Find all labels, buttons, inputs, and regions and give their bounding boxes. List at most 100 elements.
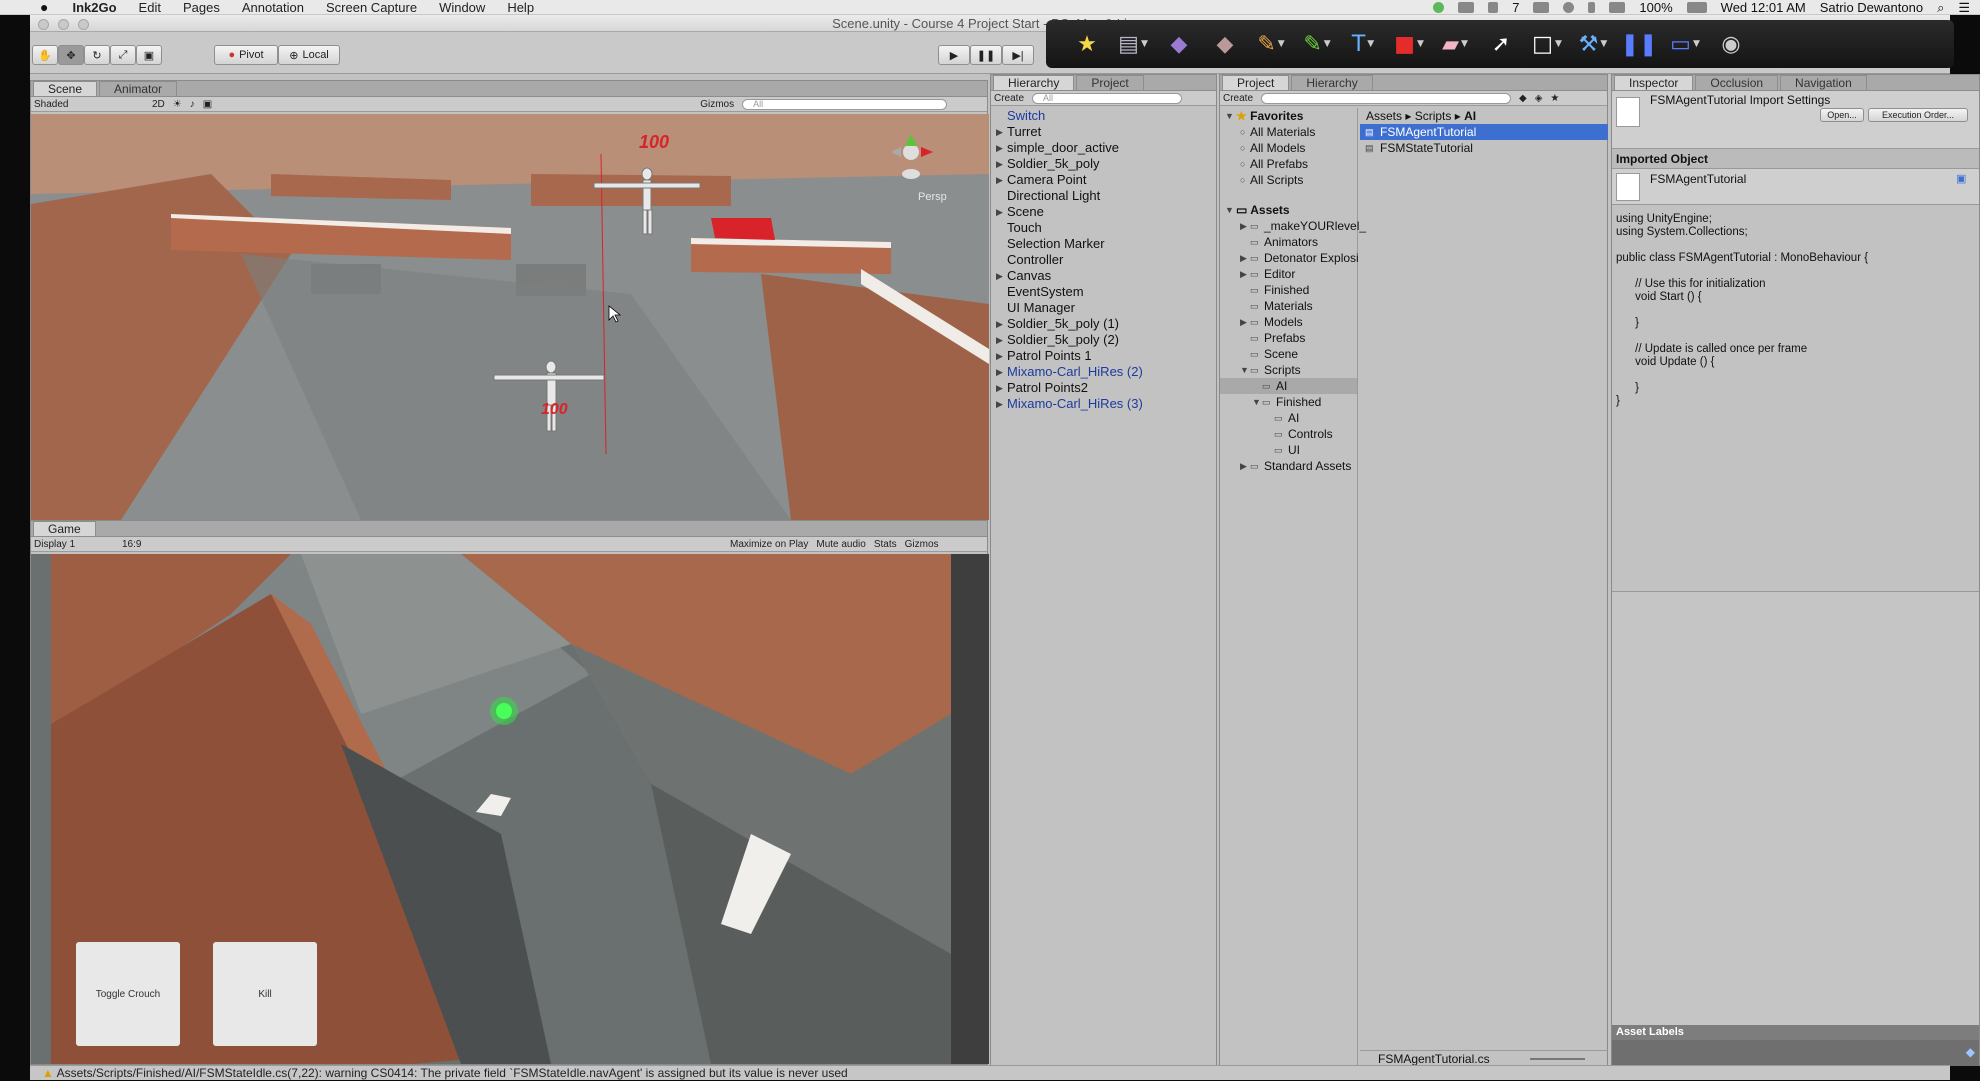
shading-dropdown[interactable]: Shaded (34, 99, 144, 110)
hierarchy-item[interactable]: ▶ Soldier_5k_poly (1) (991, 316, 1216, 332)
hierarchy-item[interactable]: ▶ Patrol Points2 (991, 380, 1216, 396)
folder-item[interactable]: ▶ ▭ Standard Assets (1220, 458, 1357, 474)
game-viewport[interactable]: Toggle Crouch Kill (31, 554, 989, 1064)
user-name[interactable]: Satrio Dewantono (1820, 0, 1923, 15)
tab-occlusion[interactable]: Occlusion (1695, 75, 1779, 90)
status-icon[interactable] (1433, 2, 1445, 13)
aspect-dropdown[interactable]: 16:9 (122, 539, 272, 550)
move-tool-button[interactable]: ✥ (58, 45, 84, 65)
stats-toggle[interactable]: Stats (874, 539, 897, 550)
folder-item[interactable]: ▭ Scene (1220, 346, 1357, 362)
help-icon[interactable]: ▣ (1956, 172, 1966, 185)
project-create-dropdown[interactable]: Create (1223, 93, 1253, 104)
hierarchy-create-dropdown[interactable]: Create (994, 93, 1024, 104)
scale-tool-button[interactable]: ⤢ (110, 45, 136, 65)
scene-gizmos-dropdown[interactable]: Gizmos (700, 99, 734, 110)
folder-item[interactable]: ▭ Materials (1220, 298, 1357, 314)
hierarchy-item[interactable]: Switch (991, 108, 1216, 124)
ink-highlighter-icon[interactable]: ✎ ▼ (1294, 27, 1340, 61)
hierarchy-item[interactable]: ▶ Scene (991, 204, 1216, 220)
expand-arrow-icon[interactable]: ▶ (996, 172, 1003, 188)
expand-arrow-icon[interactable]: ▶ (996, 396, 1003, 412)
folder-item[interactable]: ▭ Animators (1220, 234, 1357, 250)
hierarchy-item[interactable]: ▶ Canvas (991, 268, 1216, 284)
favorite-star-icon[interactable]: ★ (1550, 93, 1559, 104)
hierarchy-item[interactable]: Controller (991, 252, 1216, 268)
execution-order-button[interactable]: Execution Order... (1868, 108, 1968, 122)
play-button[interactable]: ▶ (938, 45, 970, 65)
tab-inspector[interactable]: Inspector (1614, 75, 1694, 90)
ink-screen-icon[interactable]: ▭ ▼ (1662, 27, 1708, 61)
menu-help[interactable]: Help (507, 0, 534, 15)
project-search-input[interactable] (1261, 92, 1512, 104)
hierarchy-item[interactable]: ▶ Soldier_5k_poly (991, 156, 1216, 172)
game-gizmos-dropdown[interactable]: Gizmos (905, 539, 939, 550)
scene-viewport[interactable]: 100 100 Persp (31, 114, 989, 520)
ink-pause-icon[interactable]: ❚❚ (1616, 27, 1662, 61)
display-icon[interactable] (1533, 2, 1550, 13)
pause-button[interactable]: ❚❚ (970, 45, 1002, 65)
hierarchy-search-input[interactable]: All (1032, 92, 1183, 104)
expand-arrow-icon[interactable]: ▶ (996, 348, 1003, 364)
ink-shape-icon[interactable]: ◆ (1156, 27, 1202, 61)
favorite-item[interactable]: ○ All Prefabs (1220, 156, 1357, 172)
expand-arrow-icon[interactable]: ▶ (996, 140, 1003, 156)
notification-center-icon[interactable]: ☰ (1958, 0, 1970, 16)
file-item[interactable]: ▤ FSMStateTutorial (1360, 140, 1608, 156)
breadcrumb-scripts[interactable]: Scripts (1415, 109, 1452, 123)
hierarchy-item[interactable]: UI Manager (991, 300, 1216, 316)
ink-star-icon[interactable]: ★ (1064, 27, 1110, 61)
local-toggle[interactable]: ⊕ Local (278, 45, 340, 65)
hierarchy-item[interactable]: ▶ simple_door_active (991, 140, 1216, 156)
bluetooth-icon[interactable] (1588, 2, 1596, 13)
rect-tool-button[interactable]: ▣ (136, 45, 162, 65)
scene-search-input[interactable]: All (742, 98, 948, 110)
kill-button[interactable]: Kill (213, 942, 317, 1046)
apple-icon[interactable]: ● (40, 0, 48, 15)
folder-item[interactable]: ▼ ▭ Scripts (1220, 362, 1357, 378)
ink-pointer-icon[interactable]: ➚ (1478, 27, 1524, 61)
hand-tool-button[interactable]: ✋ (32, 45, 58, 65)
zoom-window-button[interactable] (78, 19, 89, 30)
tab-hierarchy-right[interactable]: Hierarchy (1291, 75, 1373, 90)
hierarchy-item[interactable]: ▶ Turret (991, 124, 1216, 140)
time-machine-icon[interactable] (1563, 2, 1575, 13)
folder-item[interactable]: ▶ ▭ Editor (1220, 266, 1357, 282)
tab-animator[interactable]: Animator (99, 81, 178, 96)
hierarchy-item[interactable]: ▶ Mixamo-Carl_HiRes (3) (991, 396, 1216, 412)
folder-item[interactable]: ▶ ▭ Detonator Explosi (1220, 250, 1359, 266)
ink-whiteboard-icon[interactable]: □ ▼ (1524, 27, 1570, 61)
hierarchy-item[interactable]: ▶ Camera Point (991, 172, 1216, 188)
ink-save-icon[interactable]: ▤ ▼ (1110, 27, 1156, 61)
folder-item[interactable]: ▶ ▭ _makeYOURlevel_ (1220, 218, 1366, 234)
expand-arrow-icon[interactable]: ▶ (996, 124, 1003, 140)
tab-project-left[interactable]: Project (1076, 75, 1144, 90)
ink-eraser-icon[interactable]: ▰ ▼ (1432, 27, 1478, 61)
tab-project[interactable]: Project (1222, 75, 1290, 90)
folder-item[interactable]: ▶ ▭ Models (1220, 314, 1357, 330)
folder-item[interactable]: ▭ Finished (1220, 282, 1357, 298)
clock[interactable]: Wed 12:01 AM (1721, 0, 1806, 15)
open-button[interactable]: Open... (1820, 108, 1864, 122)
tag-icon[interactable]: ◆ (1966, 1045, 1975, 1059)
assets-header[interactable]: ▼ ▭ Assets (1220, 202, 1357, 218)
expand-arrow-icon[interactable]: ▶ (996, 204, 1003, 220)
rotate-tool-button[interactable]: ↻ (84, 45, 110, 65)
toggle-crouch-button[interactable]: Toggle Crouch (76, 942, 180, 1046)
ink-hammer-icon[interactable]: ⚒ ▼ (1570, 27, 1616, 61)
expand-arrow-icon[interactable]: ▼ (1240, 362, 1249, 378)
hierarchy-item[interactable]: EventSystem (991, 284, 1216, 300)
expand-arrow-icon[interactable]: ▶ (1240, 458, 1247, 474)
menu-pages[interactable]: Pages (183, 0, 220, 15)
breadcrumb-assets[interactable]: Assets (1366, 109, 1402, 123)
expand-arrow-icon[interactable]: ▶ (996, 316, 1003, 332)
audio-icon[interactable]: ♪ (190, 99, 195, 110)
file-item[interactable]: ▤ FSMAgentTutorial (1360, 124, 1608, 140)
expand-arrow-icon[interactable]: ▶ (1240, 218, 1247, 234)
favorite-item[interactable]: ○ All Materials (1220, 124, 1357, 140)
tab-hierarchy[interactable]: Hierarchy (993, 75, 1075, 90)
display-dropdown[interactable]: Display 1 (34, 539, 114, 550)
mute-audio-toggle[interactable]: Mute audio (816, 539, 865, 550)
ink-color-icon[interactable]: ■ ▼ (1386, 27, 1432, 61)
filter-type-icon[interactable]: ◆ (1519, 93, 1527, 104)
